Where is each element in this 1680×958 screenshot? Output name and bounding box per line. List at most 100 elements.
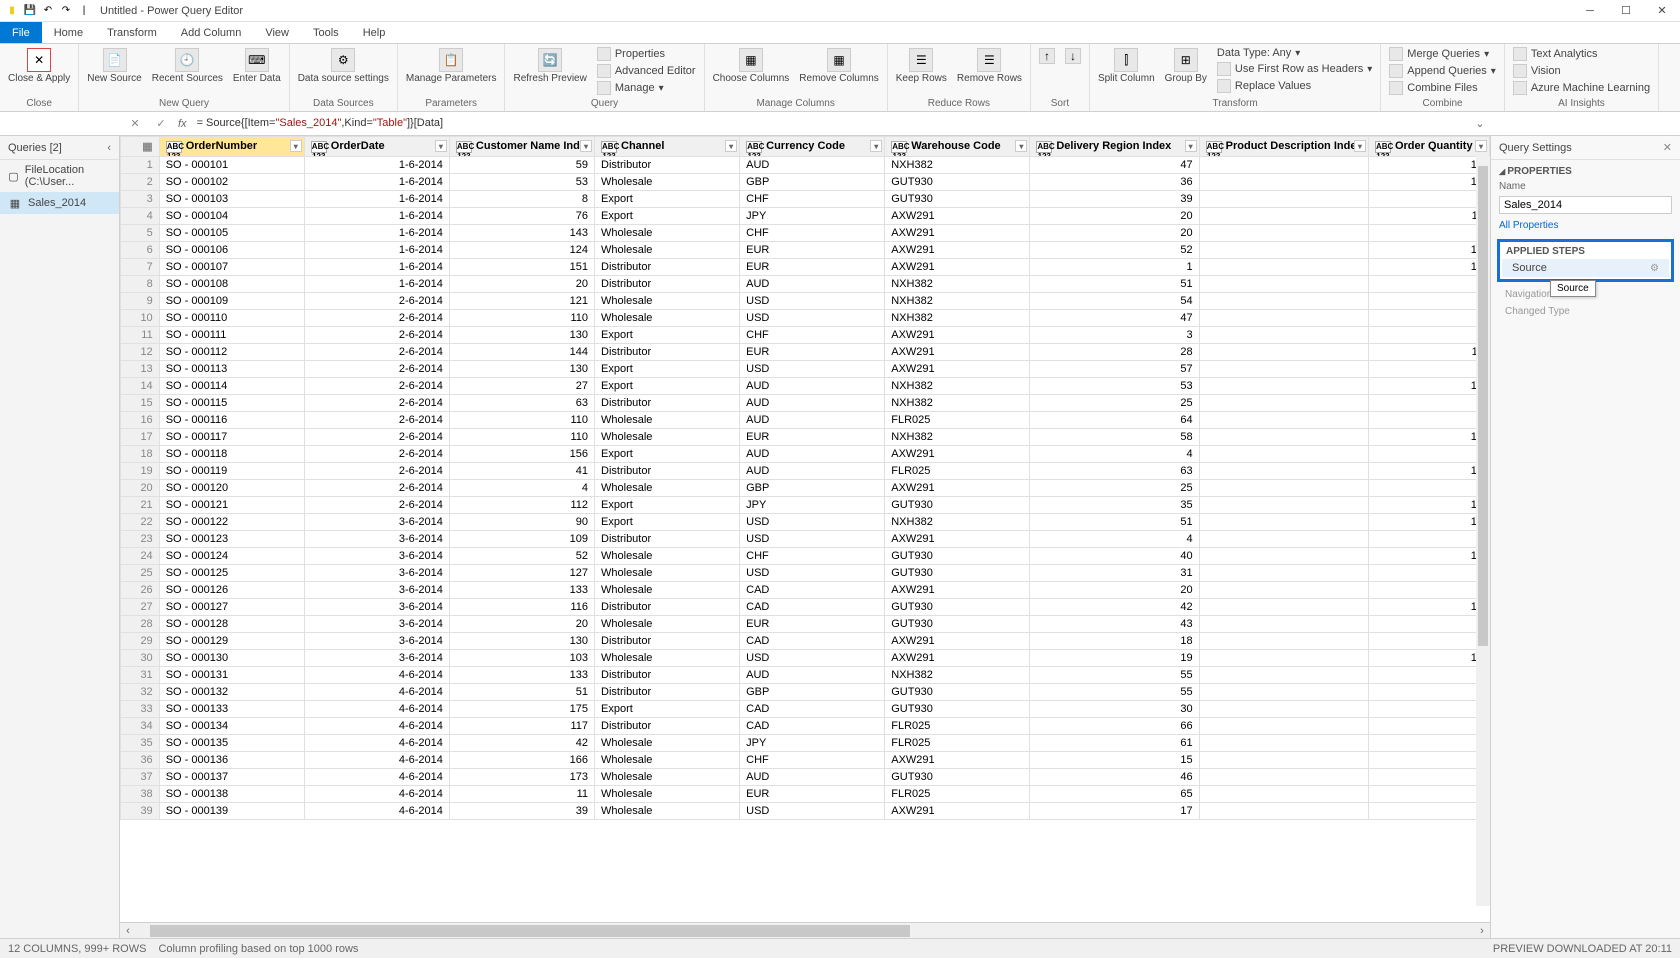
data-cell[interactable]: 18 [1030, 633, 1199, 650]
close-apply-button[interactable]: ✕Close & Apply [6, 46, 72, 86]
data-cell[interactable] [1199, 395, 1368, 412]
filter-icon[interactable]: ▾ [1015, 140, 1027, 152]
table-row[interactable]: 32SO - 0001324-6-201451DistributorGBPGUT… [121, 684, 1490, 701]
data-cell[interactable]: GBP [740, 480, 885, 497]
data-cell[interactable]: 4-6-2014 [304, 701, 449, 718]
data-cell[interactable]: FLR025 [885, 463, 1030, 480]
data-cell[interactable]: 4 [1368, 276, 1489, 293]
data-cell[interactable]: AUD [740, 395, 885, 412]
data-cell[interactable]: SO - 000107 [159, 259, 304, 276]
data-cell[interactable]: 51 [1030, 514, 1199, 531]
step-source[interactable]: Source ⚙ [1502, 259, 1669, 277]
data-cell[interactable]: 4 [1030, 446, 1199, 463]
data-cell[interactable]: 3-6-2014 [304, 514, 449, 531]
column-header[interactable]: ABC123Delivery Region Index▾ [1030, 137, 1199, 157]
row-number-header[interactable]: ▦ [121, 137, 160, 157]
column-header[interactable]: ABC123Order Quantity▾ [1368, 137, 1489, 157]
data-cell[interactable]: 130 [449, 633, 594, 650]
data-cell[interactable]: SO - 000139 [159, 803, 304, 820]
data-cell[interactable]: USD [740, 803, 885, 820]
data-cell[interactable]: GUT930 [885, 174, 1030, 191]
data-cell[interactable]: 4 [1368, 803, 1489, 820]
data-cell[interactable] [1199, 769, 1368, 786]
data-cell[interactable]: FLR025 [885, 735, 1030, 752]
data-cell[interactable]: 121 [449, 293, 594, 310]
data-cell[interactable]: 20 [1030, 225, 1199, 242]
data-cell[interactable]: 3-6-2014 [304, 548, 449, 565]
data-cell[interactable]: 112 [449, 497, 594, 514]
data-cell[interactable] [1199, 259, 1368, 276]
data-cell[interactable]: 4-6-2014 [304, 769, 449, 786]
combine-files-button[interactable]: Combine Files [1387, 80, 1498, 96]
table-row[interactable]: 38SO - 0001384-6-201411WholesaleEURFLR02… [121, 786, 1490, 803]
data-cell[interactable]: 9 [1368, 565, 1489, 582]
data-cell[interactable] [1199, 225, 1368, 242]
data-cell[interactable] [1199, 157, 1368, 174]
data-cell[interactable]: 117 [449, 718, 594, 735]
data-cell[interactable]: AXW291 [885, 752, 1030, 769]
data-cell[interactable]: SO - 000114 [159, 378, 304, 395]
data-cell[interactable]: 53 [449, 174, 594, 191]
data-cell[interactable]: 36 [1030, 174, 1199, 191]
formula-input[interactable]: = Source{[Item="Sales_2014",Kind="Table"… [193, 115, 1470, 132]
save-icon[interactable]: 💾 [22, 3, 38, 19]
data-cell[interactable]: SO - 000130 [159, 650, 304, 667]
table-row[interactable]: 7SO - 0001071-6-2014151DistributorEURAXW… [121, 259, 1490, 276]
data-cell[interactable]: 27 [449, 378, 594, 395]
data-cell[interactable]: 2 [1368, 786, 1489, 803]
data-cell[interactable]: JPY [740, 735, 885, 752]
data-cell[interactable]: 2 [1368, 480, 1489, 497]
data-cell[interactable] [1199, 327, 1368, 344]
data-cell[interactable]: 4-6-2014 [304, 735, 449, 752]
data-cell[interactable]: 47 [1030, 157, 1199, 174]
data-cell[interactable]: 54 [1030, 293, 1199, 310]
data-cell[interactable]: SO - 000129 [159, 633, 304, 650]
column-header[interactable]: ABC123Channel▾ [595, 137, 740, 157]
data-cell[interactable] [1199, 276, 1368, 293]
data-cell[interactable] [1199, 480, 1368, 497]
data-cell[interactable]: 11 [1368, 208, 1489, 225]
data-cell[interactable]: 5 [1368, 361, 1489, 378]
collapse-queries-icon[interactable]: ‹ [107, 142, 111, 154]
data-cell[interactable]: 1-6-2014 [304, 174, 449, 191]
data-cell[interactable]: Wholesale [595, 548, 740, 565]
data-cell[interactable]: Wholesale [595, 582, 740, 599]
column-header[interactable]: ABC123OrderDate▾ [304, 137, 449, 157]
data-cell[interactable]: SO - 000126 [159, 582, 304, 599]
data-cell[interactable]: 41 [449, 463, 594, 480]
data-cell[interactable]: 14 [1368, 548, 1489, 565]
data-cell[interactable]: USD [740, 361, 885, 378]
data-cell[interactable]: 2-6-2014 [304, 293, 449, 310]
data-cell[interactable]: FLR025 [885, 718, 1030, 735]
data-cell[interactable]: Wholesale [595, 412, 740, 429]
data-cell[interactable]: SO - 000136 [159, 752, 304, 769]
data-cell[interactable]: 143 [449, 225, 594, 242]
data-cell[interactable]: Wholesale [595, 480, 740, 497]
data-cell[interactable]: 59 [449, 157, 594, 174]
data-cell[interactable]: AUD [740, 276, 885, 293]
data-cell[interactable]: USD [740, 565, 885, 582]
data-cell[interactable]: 4-6-2014 [304, 684, 449, 701]
data-cell[interactable] [1199, 752, 1368, 769]
table-row[interactable]: 8SO - 0001081-6-201420DistributorAUDNXH3… [121, 276, 1490, 293]
minimize-button[interactable]: ─ [1576, 2, 1604, 20]
data-cell[interactable]: AXW291 [885, 242, 1030, 259]
data-cell[interactable] [1199, 718, 1368, 735]
data-cell[interactable]: 6 [1368, 684, 1489, 701]
data-cell[interactable]: 20 [449, 276, 594, 293]
data-cell[interactable]: 12 [1368, 157, 1489, 174]
data-cell[interactable]: SO - 000103 [159, 191, 304, 208]
data-cell[interactable]: AUD [740, 769, 885, 786]
cancel-formula-icon[interactable]: ✕ [124, 114, 146, 134]
data-cell[interactable]: 2-6-2014 [304, 310, 449, 327]
data-cell[interactable]: SO - 000109 [159, 293, 304, 310]
data-cell[interactable]: Distributor [595, 395, 740, 412]
table-row[interactable]: 30SO - 0001303-6-2014103WholesaleUSDAXW2… [121, 650, 1490, 667]
data-cell[interactable]: Distributor [595, 157, 740, 174]
data-cell[interactable]: NXH382 [885, 378, 1030, 395]
data-cell[interactable]: FLR025 [885, 786, 1030, 803]
data-cell[interactable]: 47 [1030, 310, 1199, 327]
data-cell[interactable]: 4 [1368, 701, 1489, 718]
data-cell[interactable] [1199, 174, 1368, 191]
table-row[interactable]: 19SO - 0001192-6-201441DistributorAUDFLR… [121, 463, 1490, 480]
